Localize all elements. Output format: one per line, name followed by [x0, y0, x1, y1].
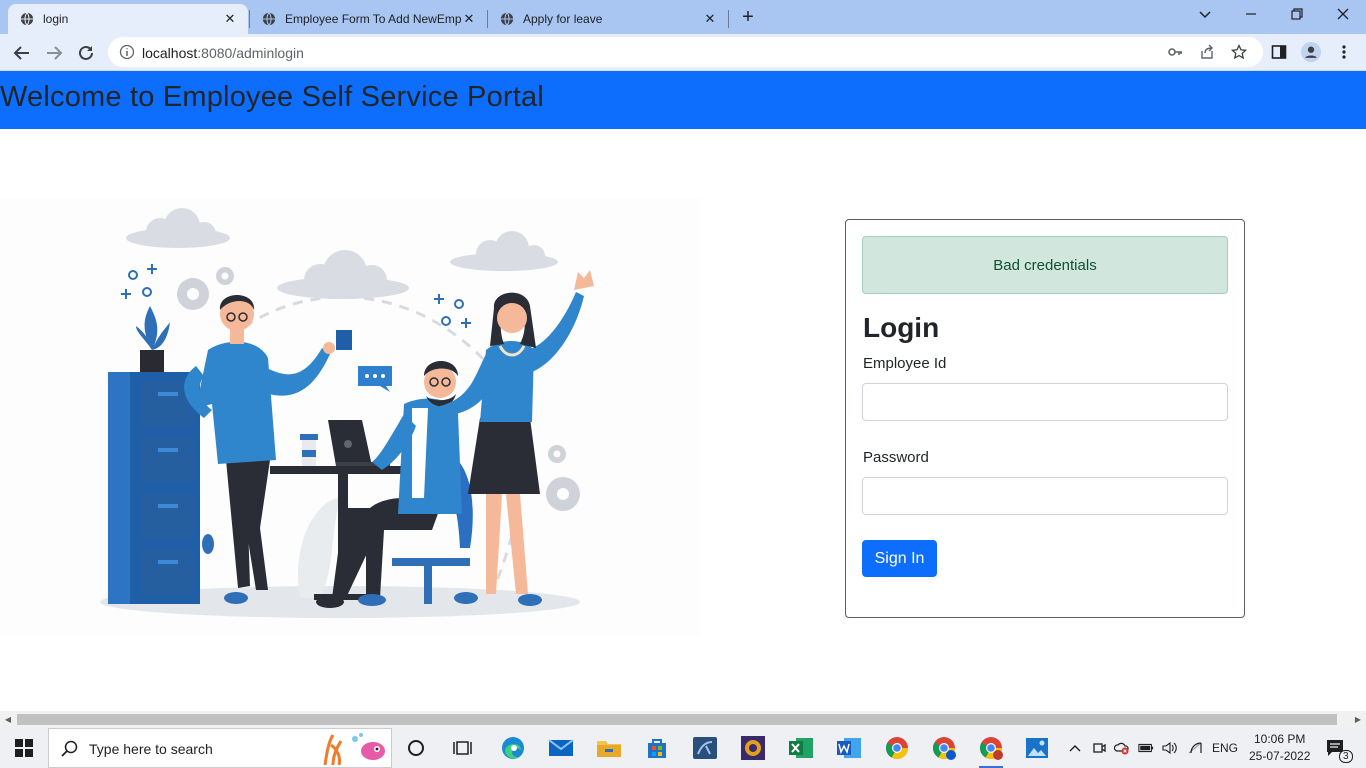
reload-icon: [79, 45, 93, 60]
employee-id-input[interactable]: [862, 383, 1228, 421]
edge-app[interactable]: [499, 734, 527, 762]
close-tab-icon[interactable]: ✕: [702, 11, 718, 27]
mail-icon: [548, 739, 574, 756]
language-indicator[interactable]: ENG: [1212, 741, 1238, 755]
globe-icon: [262, 12, 276, 26]
search-highlight-art-icon: [323, 733, 385, 766]
close-tab-icon[interactable]: ✕: [461, 11, 477, 27]
share-icon[interactable]: [1199, 44, 1215, 60]
store-icon: [648, 739, 666, 758]
more-menu-icon[interactable]: [1334, 42, 1354, 62]
photos-app[interactable]: [1023, 734, 1051, 762]
notification-count-badge: 3: [1339, 750, 1353, 763]
login-heading: Login: [863, 312, 940, 343]
page-header: Welcome to Employee Self Service Portal: [0, 71, 1366, 129]
photos-icon: [1026, 738, 1048, 758]
forward-button[interactable]: [42, 41, 66, 65]
tab-employee-form[interactable]: Employee Form To Add NewEmp ✕: [250, 4, 487, 34]
arrow-right-icon: [47, 46, 63, 60]
key-icon[interactable]: [1167, 44, 1183, 60]
battery-icon[interactable]: [1138, 740, 1154, 756]
search-icon: [61, 740, 78, 757]
chrome-profile-icon: [980, 737, 1003, 760]
cortana-circle-icon: [408, 740, 424, 756]
jar-app[interactable]: [739, 734, 767, 762]
store-app[interactable]: [643, 734, 671, 762]
scrollbar-thumb[interactable]: [17, 714, 1337, 725]
folder-icon: [597, 741, 621, 757]
edge-icon: [502, 737, 524, 759]
page-title: Welcome to Employee Self Service Portal: [0, 81, 544, 113]
mail-app[interactable]: [547, 734, 575, 762]
globe-icon: [500, 12, 514, 26]
password-label: Password: [863, 449, 929, 466]
url-text: localhost:8080/adminlogin: [142, 45, 304, 61]
search-placeholder: Type here to search: [89, 741, 213, 757]
chrome-profile-icon: [933, 737, 956, 760]
info-icon[interactable]: [119, 44, 135, 60]
wifi-icon[interactable]: [1187, 740, 1203, 756]
tab-title: Employee Form To Add NewEmp: [285, 12, 461, 26]
tab-title: login: [43, 12, 69, 26]
office-team-illustration: [0, 198, 700, 636]
jar-app-icon: [741, 736, 765, 760]
clock-date[interactable]: 25-07-2022: [1249, 749, 1310, 763]
scroll-left-arrow-icon[interactable]: ◀: [3, 715, 13, 725]
horizontal-scrollbar[interactable]: ◀ ▶: [0, 711, 1366, 728]
file-explorer-app[interactable]: [595, 734, 623, 762]
close-tab-icon[interactable]: ✕: [222, 11, 238, 27]
clock-time[interactable]: 10:06 PM: [1254, 732, 1305, 746]
login-card: Bad credentials Login Employee Id Passwo…: [845, 219, 1245, 618]
chrome-icon: [886, 737, 908, 759]
task-view-button[interactable]: [449, 734, 477, 762]
windows-logo-icon: [15, 739, 33, 757]
onedrive-error-icon[interactable]: [1114, 740, 1130, 756]
star-icon[interactable]: [1231, 44, 1247, 60]
word-icon: [837, 738, 861, 758]
reload-button[interactable]: [74, 41, 98, 65]
employee-id-label: Employee Id: [863, 355, 947, 372]
mysql-workbench-app[interactable]: [691, 734, 719, 762]
back-button[interactable]: [10, 41, 34, 65]
scroll-right-arrow-icon[interactable]: ▶: [1353, 715, 1363, 725]
chrome-profile-app[interactable]: [930, 734, 958, 762]
address-bar[interactable]: localhost:8080/adminlogin: [108, 37, 1263, 67]
mysql-workbench-icon: [693, 737, 717, 759]
side-panel-icon[interactable]: [1269, 42, 1289, 62]
error-alert: Bad credentials: [862, 236, 1228, 294]
password-input[interactable]: [862, 477, 1228, 515]
windows-taskbar: Type here to search ENG 10:06 PM 25-07-2…: [0, 728, 1366, 768]
taskbar-search-box[interactable]: Type here to search: [48, 728, 392, 768]
close-window-button[interactable]: [1330, 4, 1356, 26]
volume-icon[interactable]: [1162, 740, 1178, 756]
word-app[interactable]: [835, 734, 863, 762]
chrome-app[interactable]: [883, 734, 911, 762]
chrome-active-app[interactable]: [977, 734, 1005, 768]
start-button[interactable]: [8, 736, 40, 760]
arrow-left-icon: [13, 46, 29, 60]
globe-icon: [20, 12, 34, 26]
profile-avatar[interactable]: [1301, 42, 1321, 62]
tab-apply-leave[interactable]: Apply for leave ✕: [488, 4, 728, 34]
task-view-icon: [453, 741, 472, 755]
browser-toolbar: localhost:8080/adminlogin: [0, 34, 1366, 71]
cortana-button[interactable]: [402, 734, 430, 762]
tab-search-chevron-icon[interactable]: [1192, 4, 1218, 26]
tab-title: Apply for leave: [523, 12, 603, 26]
browser-tab-strip: login ✕ Employee Form To Add NewEmp ✕ Ap…: [0, 0, 1366, 34]
meet-now-icon[interactable]: [1091, 740, 1107, 756]
minimize-button[interactable]: [1238, 4, 1264, 26]
sign-in-button[interactable]: Sign In: [862, 540, 937, 577]
restore-button[interactable]: [1284, 4, 1310, 26]
tab-divider: [728, 10, 729, 28]
tab-login[interactable]: login ✕: [8, 4, 248, 34]
new-tab-button[interactable]: +: [737, 6, 759, 28]
excel-app[interactable]: [787, 734, 815, 762]
show-hidden-icons-chevron-icon[interactable]: [1067, 740, 1083, 756]
excel-icon: [789, 738, 813, 758]
